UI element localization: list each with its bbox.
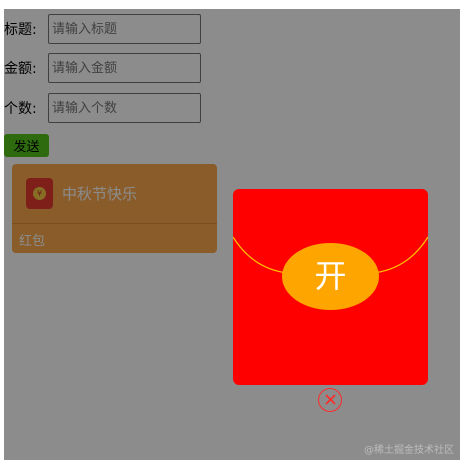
close-icon[interactable]	[318, 388, 342, 412]
watermark: @稀土掘金技术社区	[364, 445, 454, 456]
page: 标题: 金额: 个数: 发送 ¥ 中秋节快乐 红包 开 @稀土掘金技术社区	[0, 0, 460, 460]
close-x-icon	[324, 394, 336, 405]
open-button[interactable]: 开	[282, 243, 379, 310]
red-envelope-popup: 开	[233, 189, 428, 385]
